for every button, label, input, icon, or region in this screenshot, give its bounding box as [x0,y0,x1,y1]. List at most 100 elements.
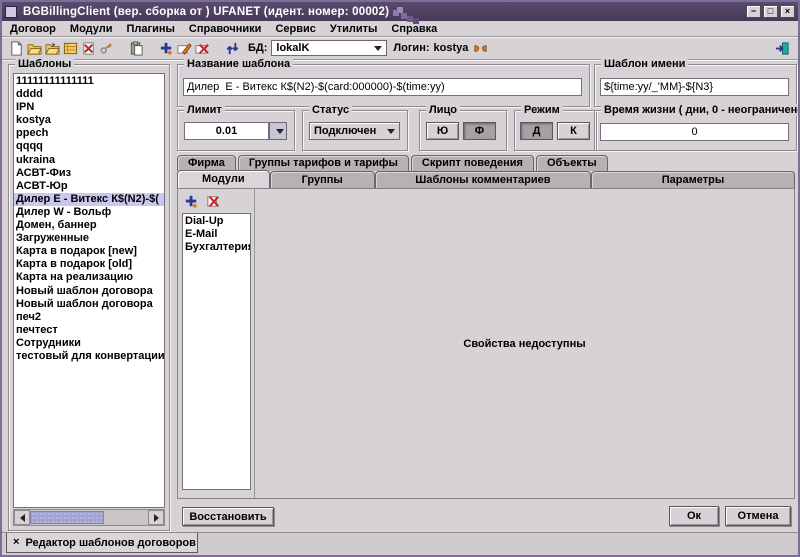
outer-tab[interactable]: Объекты [536,155,608,171]
outer-tabs: ФирмаГруппы тарифов и тарифыСкрипт повед… [177,154,610,171]
title-bar[interactable]: BGBillingClient (вер. сборка от ) UFANET… [2,2,798,21]
menu-item[interactable]: Договор [10,23,56,35]
template-list-item[interactable]: 11111111111111 [14,75,164,88]
outer-tab[interactable]: Фирма [177,155,236,171]
template-list-item[interactable]: Сотрудники [14,337,164,350]
table-icon[interactable] [62,40,79,57]
person-label: Лицо [426,104,460,116]
module-list-item[interactable]: Бухгалтерия [183,241,250,254]
template-list-item[interactable]: kostya [14,114,164,127]
template-list-item[interactable]: Карта на реализацию [14,271,164,284]
mode-toggle-button[interactable]: Д [520,122,553,140]
template-list-item[interactable]: печ2 [14,311,164,324]
inner-tab[interactable]: Параметры [591,171,795,188]
template-list-item[interactable]: IPN [14,101,164,114]
template-list-item[interactable]: Домен, баннер [14,219,164,232]
name-template-input[interactable] [600,78,789,96]
status-combo[interactable]: Подключен [309,122,400,140]
login-value: kostya [434,42,469,54]
templates-horizontal-scrollbar[interactable] [13,509,165,526]
template-list-item[interactable]: Новый шаблон договора [14,285,164,298]
chevron-down-icon [387,129,395,134]
window-title: BGBillingClient (вер. сборка от ) UFANET… [23,6,389,18]
delete-document-icon[interactable] [80,40,97,57]
template-list-item[interactable]: печтест [14,324,164,337]
limit-input[interactable] [184,122,269,140]
limit-group: Лимит [177,110,295,151]
db-label: БД: [248,42,267,54]
limit-dropdown-button[interactable] [269,122,287,140]
template-list-item[interactable]: АСВТ-Юр [14,180,164,193]
add-user-icon[interactable] [158,40,175,57]
properties-panel: Свойства недоступны [254,189,794,498]
refresh-icon[interactable] [224,40,241,57]
template-name-input[interactable] [183,78,582,96]
mode-group: Режим ДК [514,110,597,151]
scroll-right-button[interactable] [148,510,164,525]
template-list-item[interactable]: qqqq [14,140,164,153]
maximize-button[interactable]: □ [763,5,778,18]
close-button[interactable]: × [780,5,795,18]
template-list-item[interactable]: Карта в подарок [old] [14,258,164,271]
modules-list: Dial-UpE-MailБухгалтерия [182,213,251,490]
templates-group: Шаблоны 11111111111111ddddIPNkostyappech… [8,64,170,531]
outer-tab[interactable]: Группы тарифов и тарифы [238,155,409,171]
template-list-item[interactable]: Дилер W - Вольф [14,206,164,219]
db-combo[interactable]: lokalK [271,40,387,56]
inner-tab[interactable]: Модули [177,170,270,188]
menu-item[interactable]: Модули [70,23,113,35]
person-toggle-button[interactable]: Ю [426,122,459,140]
template-list-item[interactable]: АСВТ-Физ [14,167,164,180]
template-list-item[interactable]: Карта в подарок [new] [14,245,164,258]
template-name-group: Название шаблона [177,64,590,107]
template-list-item[interactable]: dddd [14,88,164,101]
close-tab-icon[interactable]: × [13,537,19,548]
key-icon[interactable] [98,40,115,57]
add-module-icon[interactable] [183,193,199,209]
outer-tab[interactable]: Скрипт поведения [411,155,534,171]
minimize-button[interactable]: − [746,5,761,18]
new-document-icon[interactable] [8,40,25,57]
db-combo-value: lokalK [276,42,309,54]
exit-icon[interactable] [774,40,791,57]
template-list-item[interactable]: Загруженные [14,232,164,245]
menu-item[interactable]: Сервис [275,23,315,35]
scrollbar-thumb[interactable] [30,511,104,524]
delete-user-icon[interactable] [194,40,211,57]
template-list-item[interactable]: Новый шаблон договора [14,298,164,311]
remove-module-icon[interactable] [205,193,221,209]
restore-button[interactable]: Восстановить [182,507,274,526]
mode-toggle-button[interactable]: К [557,122,590,140]
paste-icon[interactable] [128,40,145,57]
lifetime-label: Время жизни ( дни, 0 - неограничено [601,104,800,116]
toolbar: БД: lokalK Логин: kostya [2,37,798,60]
template-list-item[interactable]: тестовый для конвертации [14,350,164,363]
limit-combo[interactable] [184,122,287,140]
menu-item[interactable]: Утилиты [330,23,378,35]
template-list-item[interactable]: ppech [14,127,164,140]
window-icon [5,6,17,18]
person-toggle-button[interactable]: Ф [463,122,496,140]
cancel-button[interactable]: Отмена [725,506,791,526]
edit-user-icon[interactable] [176,40,193,57]
inner-tab[interactable]: Шаблоны комментариев [375,171,591,188]
menu-item[interactable]: Справочники [189,23,262,35]
ok-button[interactable]: Ок [669,506,719,526]
module-list-item[interactable]: E-Mail [183,228,250,241]
template-list-item[interactable]: Дилер Е - Витекс К$(N2)-$( [14,193,164,206]
templates-group-title: Шаблоны [15,58,74,70]
status-combo-value: Подключен [314,125,376,137]
template-list-item[interactable]: ukraina [14,154,164,167]
lifetime-input[interactable] [600,123,789,141]
open-folder-alt-icon[interactable] [44,40,61,57]
open-folder-icon[interactable] [26,40,43,57]
editor-tab-label: Редактор шаблонов договоров [25,537,195,549]
template-name-label: Название шаблона [184,58,293,70]
scroll-left-button[interactable] [14,510,30,525]
menu-item[interactable]: Справка [391,23,437,35]
inner-tab[interactable]: Группы [270,171,375,188]
limit-label: Лимит [184,104,225,116]
editor-tab[interactable]: × Редактор шаблонов договоров [6,533,198,553]
menu-item[interactable]: Плагины [126,23,174,35]
module-list-item[interactable]: Dial-Up [183,215,250,228]
